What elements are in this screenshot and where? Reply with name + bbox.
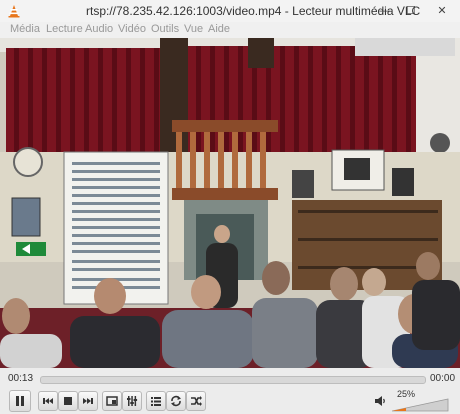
menu-help[interactable]: Aide [208, 23, 230, 35]
stop-icon [64, 397, 72, 405]
minimize-button[interactable]: — [372, 0, 398, 22]
pause-button[interactable] [9, 390, 31, 412]
seek-slider[interactable] [40, 376, 426, 384]
menu-audio[interactable]: Audio [85, 23, 113, 35]
maximize-button[interactable]: ☐ [398, 0, 424, 22]
pause-icon [16, 396, 24, 406]
next-button[interactable] [78, 391, 98, 411]
seek-row: 00:13 00:00 [0, 368, 460, 388]
fullscreen-icon [106, 396, 118, 406]
menu-tools[interactable]: Outils [151, 23, 179, 35]
shuffle-icon [191, 396, 202, 406]
playlist-icon [151, 397, 161, 406]
volume-icon[interactable] [373, 394, 387, 408]
menu-media[interactable]: Média [10, 23, 40, 35]
stop-button[interactable] [58, 391, 78, 411]
extended-settings-icon [127, 396, 138, 406]
next-icon [83, 398, 93, 404]
video-display[interactable] [0, 38, 460, 368]
elapsed-time: 00:13 [8, 373, 34, 384]
loop-button[interactable] [166, 391, 186, 411]
close-button[interactable]: ✕ [424, 0, 460, 22]
video-frame-image [0, 38, 460, 368]
loop-icon [171, 395, 181, 407]
playlist-button[interactable] [146, 391, 166, 411]
menu-video[interactable]: Vidéo [118, 23, 146, 35]
menu-view[interactable]: Vue [184, 23, 203, 35]
menu-bar: Média Lecture Audio Vidéo Outils Vue Aid… [0, 22, 460, 38]
vlc-cone-icon [8, 5, 20, 18]
menu-playback[interactable]: Lecture [46, 23, 83, 35]
shuffle-button[interactable] [186, 391, 206, 411]
extended-settings-button[interactable] [122, 391, 142, 411]
volume-slider[interactable] [392, 398, 450, 412]
total-time: 00:00 [430, 373, 456, 384]
previous-button[interactable] [38, 391, 58, 411]
controls-bar: 25% [0, 388, 460, 414]
previous-icon [43, 398, 53, 404]
fullscreen-button[interactable] [102, 391, 122, 411]
title-bar: rtsp://78.235.42.126:1003/video.mp4 - Le… [0, 0, 460, 23]
window-title: rtsp://78.235.42.126:1003/video.mp4 - Le… [86, 4, 421, 18]
